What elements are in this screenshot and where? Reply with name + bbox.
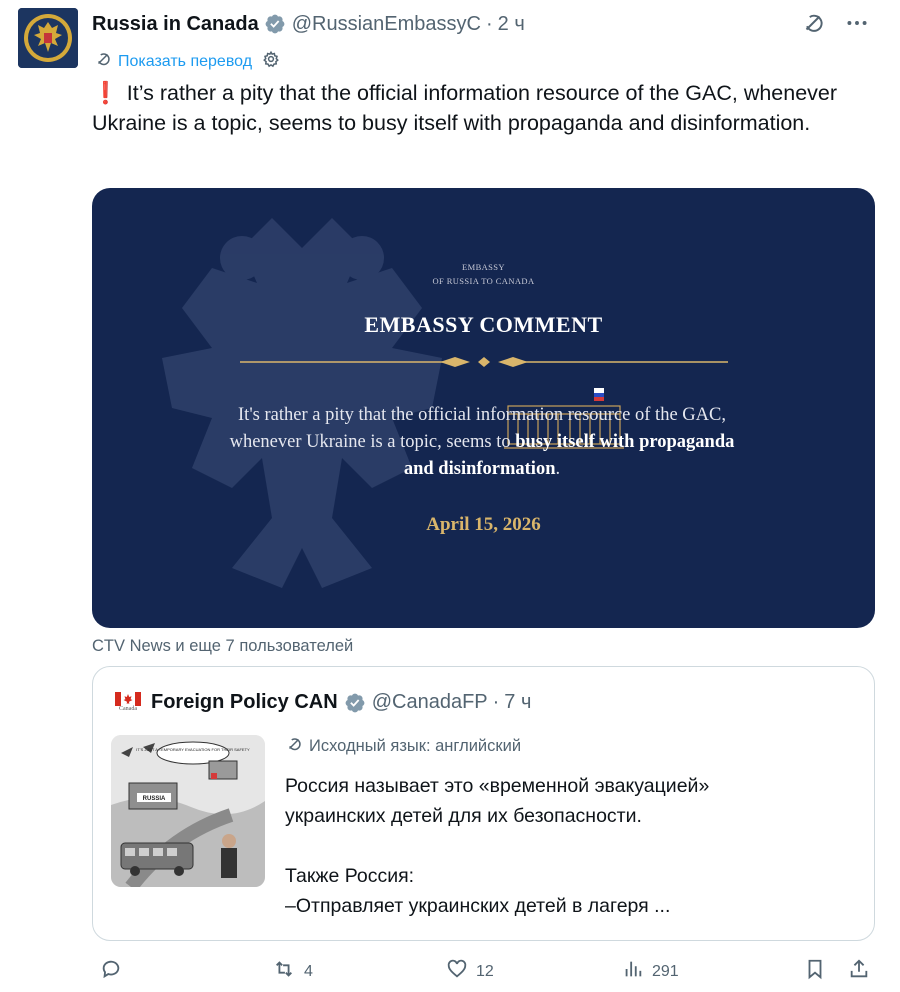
author-handle[interactable]: @RussianEmbassyC [292,13,481,36]
card-body-line2: whenever Ukraine is a topic, seems to [229,432,516,452]
bookmark-icon [804,958,826,985]
author-name[interactable]: Russia in Canada [92,13,259,36]
liked-by-text[interactable]: CTV News и еще 7 пользователей [92,637,353,656]
quoted-tweet-text: Россия называет это «временной эвакуацие… [285,771,845,921]
embassy-label-line1: EMBASSY [462,262,505,272]
tweet-image-card[interactable]: EMBASSY OF RUSSIA TO CANADA EMBASSY COMM… [92,188,875,628]
quoted-thumbnail[interactable]: IT'S JUST A TEMPORARY EVACUATION FOR THE… [111,735,265,887]
verified-badge-icon [344,692,366,714]
tweet[interactable]: Russia in Canada @RussianEmbassyC · 2 ч … [0,0,900,992]
more-icon[interactable] [844,10,870,36]
avatar[interactable] [18,8,78,68]
card-body-line2-bold: busy itself with propaganda [515,432,735,452]
views-count: 291 [652,962,679,980]
card-body-line3-end: . [555,459,561,479]
like-count: 12 [476,962,494,980]
repost-count: 4 [304,962,313,980]
canada-flag-icon: Canada [115,692,141,713]
translate-icon [94,50,112,73]
repost-icon [272,958,296,985]
quoted-tweet-header: Canada Foreign Policy CAN @CanadaFP · 7 … [115,691,531,714]
quoted-line: Также Россия: [285,865,415,887]
embassy-label-line2: OF RUSSIA TO CANADA [432,276,535,286]
ornamental-divider [240,357,728,367]
tweet-body: It’s rather a pity that the official inf… [92,81,838,135]
flag-caption: Canada [119,706,137,712]
card-date: April 15, 2026 [426,514,541,535]
source-language-label: Исходный язык: английский [309,737,522,755]
grok-icon[interactable] [800,10,826,36]
quoted-line: –Отправляет украинских детей в лагеря ..… [285,895,671,917]
like-button[interactable]: 12 [446,958,494,985]
card-body-line3-bold: and disinformation [403,459,556,479]
quoted-line: Россия называет это «временной эвакуацие… [285,775,710,797]
share-icon [848,958,870,985]
reply-button[interactable] [100,958,130,985]
separator-dot: · [492,691,500,713]
card-body-line1: It's rather a pity that the official inf… [238,405,726,425]
quoted-line: украинских детей для их безопасности. [285,805,642,827]
gear-icon[interactable] [262,50,280,73]
quoted-line [285,831,845,861]
translate-icon [285,735,303,758]
quoted-author-name[interactable]: Foreign Policy CAN [151,691,338,714]
separator-dot: · [485,12,493,35]
verified-badge-icon [264,13,286,35]
top-actions [800,10,870,36]
tweet-actions: 4 12 291 [92,958,875,988]
tweet-header: Russia in Canada @RussianEmbassyC · 2 ч [92,10,525,38]
views-button[interactable]: 291 [622,958,679,985]
quoted-tweet[interactable]: Canada Foreign Policy CAN @CanadaFP · 7 … [92,666,875,941]
quoted-timestamp[interactable]: 7 ч [504,691,531,714]
timestamp[interactable]: 2 ч [498,13,525,36]
card-body: It's rather a pity that the official inf… [182,402,782,483]
views-icon [622,958,644,985]
show-translation-label: Показать перевод [118,52,253,70]
tweet-text: ❗ It’s rather a pity that the official in… [92,78,872,138]
cartoon-sign-text: RUSSIA [143,796,166,802]
show-translation-link[interactable]: Показать перевод [94,50,280,73]
cartoon-thumbnail-image: IT'S JUST A TEMPORARY EVACUATION FOR THE… [111,735,265,887]
card-title: EMBASSY COMMENT [364,312,603,337]
bookmark-button[interactable] [804,958,826,985]
repost-button[interactable]: 4 [272,958,313,985]
heart-icon [446,958,468,985]
cartoon-speech-text: IT'S JUST A TEMPORARY EVACUATION FOR THE… [136,747,250,752]
reply-icon [100,958,122,985]
alert-icon: ❗ [92,81,119,105]
quoted-author-handle[interactable]: @CanadaFP [372,691,488,714]
embassy-emblem-icon [18,8,78,68]
share-button[interactable] [848,958,870,985]
source-language: Исходный язык: английский [285,735,521,758]
